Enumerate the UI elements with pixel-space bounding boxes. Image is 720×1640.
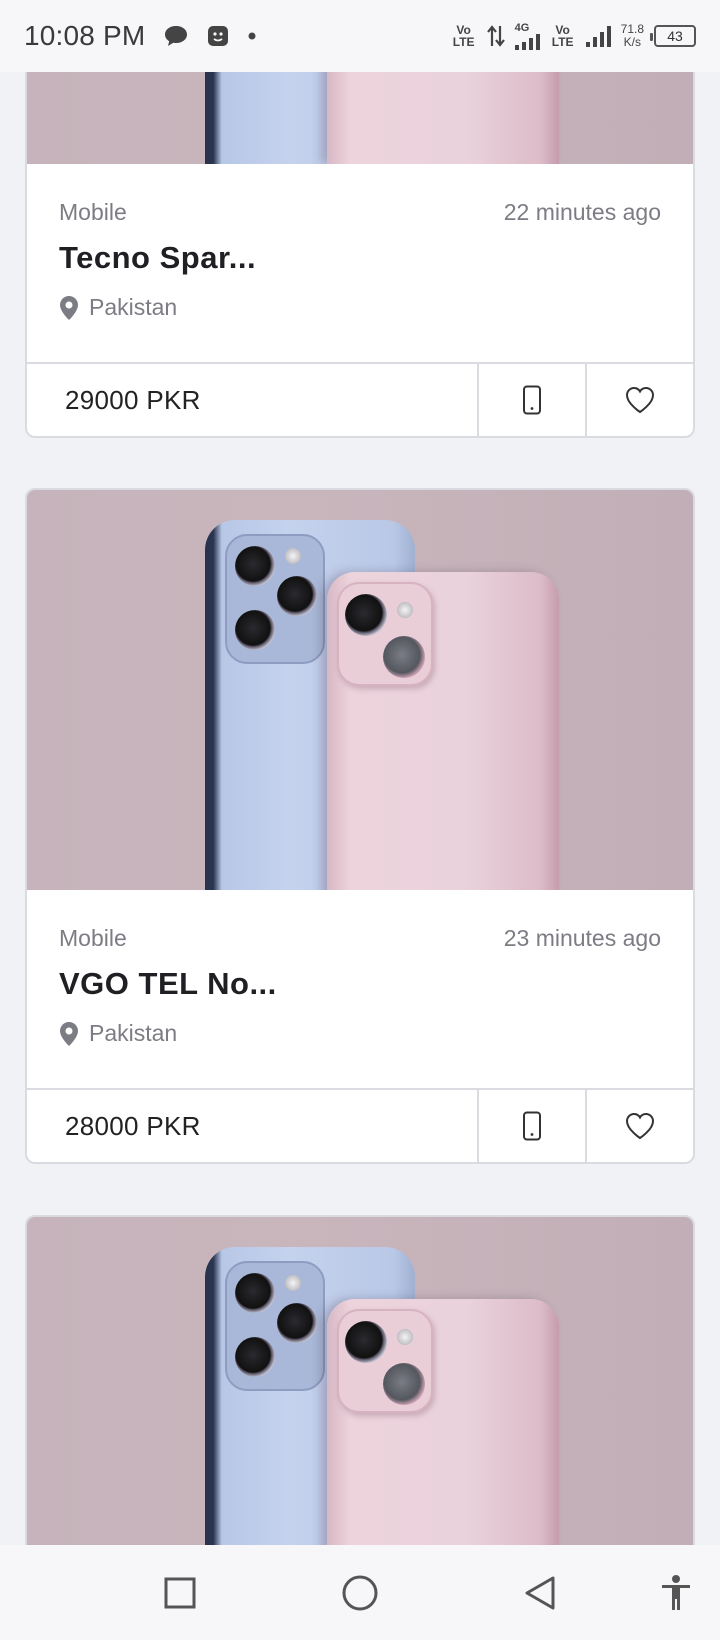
phone-image-pink — [327, 572, 559, 890]
phone-image-pink — [327, 72, 559, 164]
messenger-face-icon — [208, 26, 229, 46]
data-transfer-icon — [486, 25, 505, 47]
listing-photo[interactable] — [27, 490, 693, 890]
mobile-phone-icon — [523, 1111, 541, 1141]
battery-icon: 43 — [650, 25, 696, 47]
signal-strength-icon-1 — [514, 33, 540, 50]
heart-icon — [625, 1112, 655, 1140]
volte-label-2: Vo LTE — [551, 23, 574, 49]
listing-price: 29000 PKR — [65, 384, 201, 415]
listing-title: Tecno Spar... — [59, 240, 257, 275]
chat-bubble-icon — [165, 26, 188, 46]
call-button[interactable] — [477, 364, 585, 436]
listing-category: Mobile — [59, 925, 127, 951]
notification-dot-icon — [248, 32, 256, 40]
listing-footer: 28000 PKR — [27, 1088, 693, 1162]
status-time: 10:08 PM — [24, 20, 146, 51]
camera-module — [337, 582, 433, 686]
recents-button[interactable] — [160, 1573, 200, 1613]
listing-photo[interactable] — [27, 72, 693, 164]
status-right-icons: Vo LTE 4G Vo LTE 71.8 K/s 43 — [451, 21, 696, 50]
camera-module — [225, 534, 325, 664]
home-button[interactable] — [340, 1573, 380, 1613]
favorite-button[interactable] — [585, 1090, 693, 1162]
listing-body: Mobile 22 minutes ago Tecno Spar... Paki… — [27, 164, 693, 362]
network-4g-label: 4G — [514, 21, 530, 34]
status-left-icons — [163, 24, 257, 48]
network-speed: 71.8 K/s — [620, 22, 644, 49]
camera-module — [225, 1261, 325, 1391]
recents-square-icon — [164, 1577, 196, 1609]
listing-body: Mobile 23 minutes ago VGO TEL No... Paki… — [27, 890, 693, 1088]
listing-card[interactable]: Mobile 22 minutes ago Tecno Spar... Paki… — [25, 72, 695, 438]
listing-photo[interactable] — [27, 1217, 693, 1545]
accessibility-icon — [662, 1575, 690, 1610]
heart-icon — [625, 386, 655, 414]
camera-module — [337, 1309, 433, 1413]
favorite-button[interactable] — [585, 364, 693, 436]
listing-location: Pakistan — [59, 294, 177, 321]
listing-card[interactable] — [25, 1215, 695, 1545]
signal-strength-icon-2 — [585, 25, 611, 47]
listing-footer: 29000 PKR — [27, 362, 693, 436]
back-triangle-icon — [525, 1576, 555, 1610]
listing-time: 23 minutes ago — [503, 925, 661, 951]
volte-label-1: Vo LTE — [452, 23, 475, 49]
listing-feed[interactable]: Mobile 22 minutes ago Tecno Spar... Paki… — [0, 72, 720, 1545]
listing-title: VGO TEL No... — [59, 966, 277, 1001]
location-pin-icon — [60, 295, 78, 320]
home-circle-icon — [342, 1575, 378, 1611]
accessibility-button[interactable] — [656, 1573, 696, 1613]
listing-card[interactable]: Mobile 23 minutes ago VGO TEL No... Paki… — [25, 488, 695, 1164]
system-nav-bar — [0, 1545, 720, 1640]
call-button[interactable] — [477, 1090, 585, 1162]
listing-location: Pakistan — [59, 1020, 177, 1047]
listing-price: 28000 PKR — [65, 1110, 201, 1141]
location-pin-icon — [60, 1021, 78, 1046]
back-button[interactable] — [520, 1573, 560, 1613]
status-bar: 10:08 PM Vo LTE 4G Vo LTE 71.8 K/s 43 — [0, 0, 720, 72]
listing-category: Mobile — [59, 199, 127, 225]
listing-time: 22 minutes ago — [503, 199, 661, 225]
mobile-phone-icon — [523, 385, 541, 415]
phone-image-pink — [327, 1299, 559, 1545]
